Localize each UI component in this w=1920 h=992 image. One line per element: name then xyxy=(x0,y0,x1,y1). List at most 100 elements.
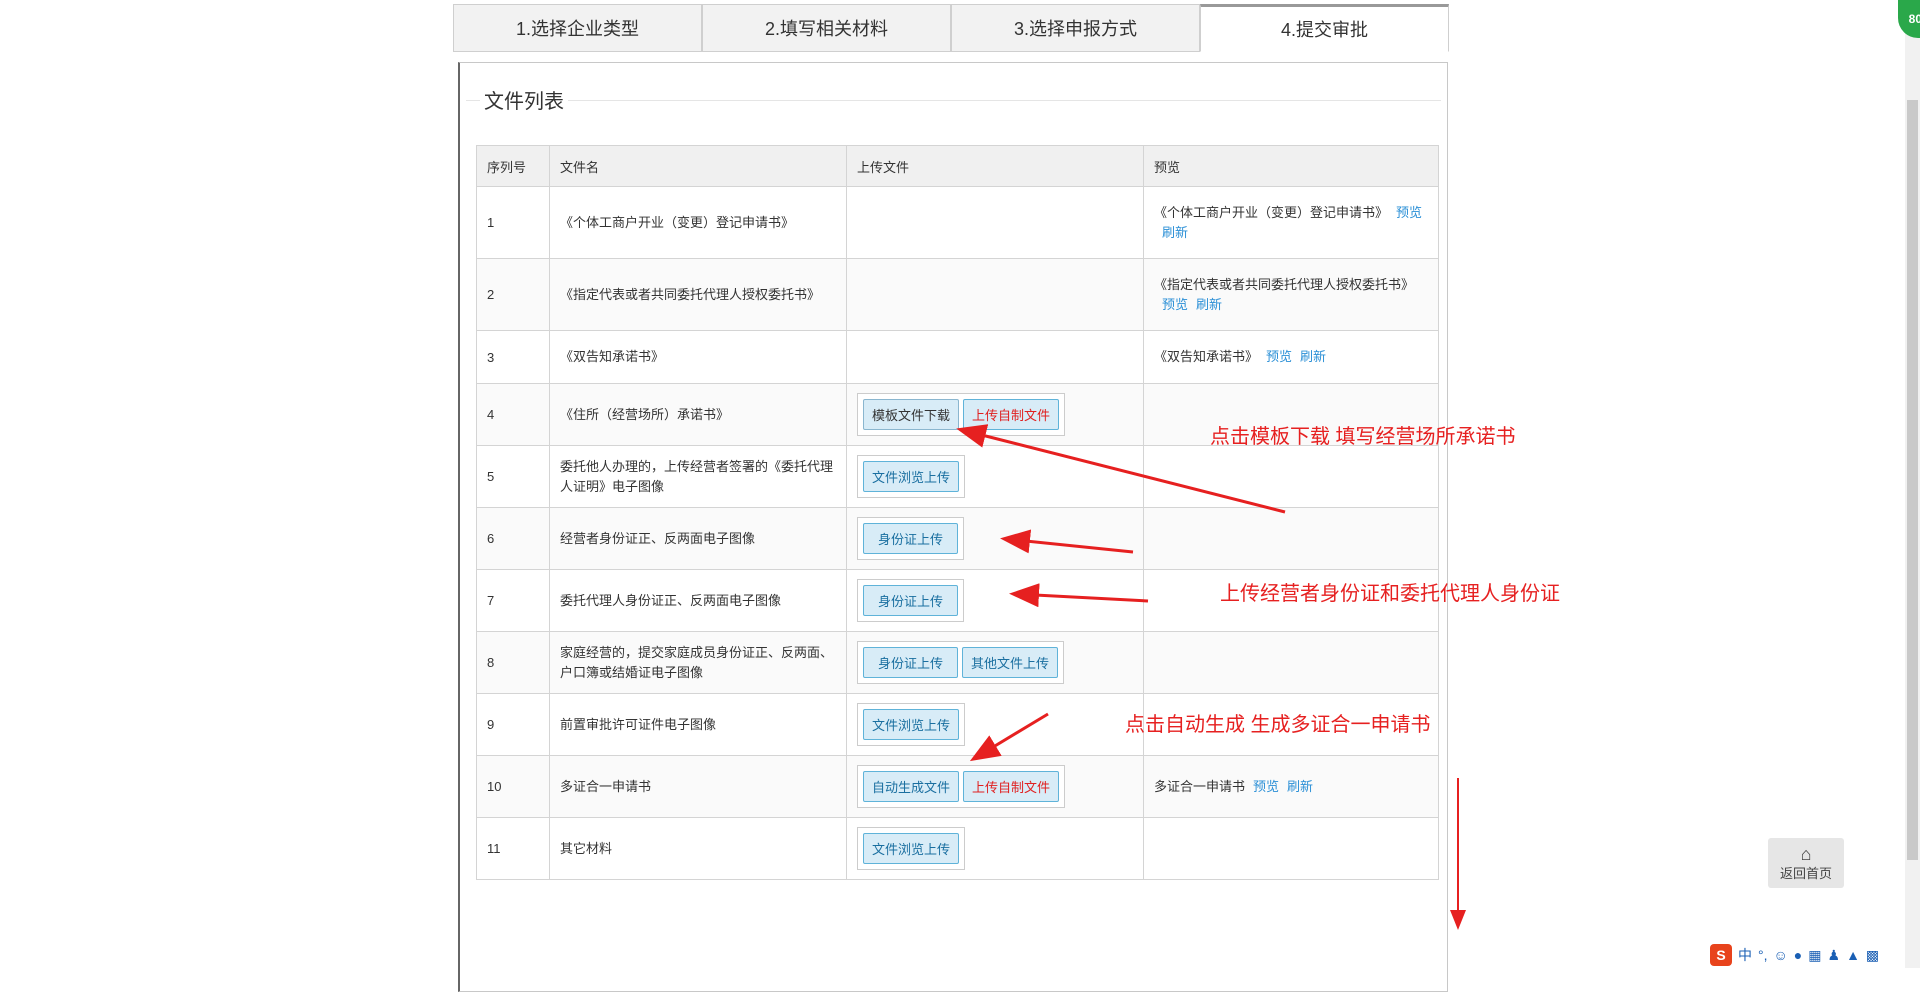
row-filename: 经营者身份证正、反两面电子图像 xyxy=(549,507,847,570)
row-index: 4 xyxy=(476,383,550,446)
preview-link[interactable]: 预览 xyxy=(1162,297,1188,312)
header-upload: 上传文件 xyxy=(846,145,1144,187)
tab-step-2[interactable]: 2.填写相关材料 xyxy=(702,4,951,52)
table-row: 2 《指定代表或者共同委托代理人授权委托书》 《指定代表或者共同委托代理人授权委… xyxy=(476,258,1439,331)
emoji-icon[interactable]: ☺ xyxy=(1774,947,1788,963)
row-filename: 其它材料 xyxy=(549,817,847,880)
step-tabs: 1.选择企业类型 2.填写相关材料 3.选择申报方式 4.提交审批 xyxy=(453,4,1451,54)
grid-icon[interactable]: ▩ xyxy=(1866,947,1879,964)
row-upload-cell: 文件浏览上传 xyxy=(846,817,1144,880)
header-preview: 预览 xyxy=(1143,145,1439,187)
upload-custom-file-button[interactable]: 上传自制文件 xyxy=(963,771,1060,802)
row-upload-cell: 文件浏览上传 xyxy=(846,693,1144,756)
tab-step-3[interactable]: 3.选择申报方式 xyxy=(951,4,1200,52)
button-group: 身份证上传 其他文件上传 xyxy=(857,641,1065,684)
button-group: 文件浏览上传 xyxy=(857,455,966,498)
row-index: 9 xyxy=(476,693,550,756)
other-file-upload-button[interactable]: 其他文件上传 xyxy=(962,647,1059,678)
button-group: 文件浏览上传 xyxy=(857,703,966,746)
annotation-auto-generate: 点击自动生成 生成多证合一申请书 xyxy=(1125,714,1431,736)
table-row: 11 其它材料 文件浏览上传 xyxy=(476,817,1439,880)
home-icon: ⌂ xyxy=(1800,843,1812,864)
row-filename: 前置审批许可证件电子图像 xyxy=(549,693,847,756)
file-browse-upload-button[interactable]: 文件浏览上传 xyxy=(863,709,960,740)
table-header-row: 序列号 文件名 上传文件 预览 xyxy=(476,145,1439,187)
tab-step-4[interactable]: 4.提交审批 xyxy=(1200,4,1449,52)
preview-text: 《个体工商户开业（变更）登记申请书》 xyxy=(1154,204,1389,220)
table-row: 5 委托他人办理的，上传经营者签署的《委托代理人证明》电子图像 文件浏览上传 xyxy=(476,445,1439,508)
tab-step-1[interactable]: 1.选择企业类型 xyxy=(453,4,702,52)
scrollbar-thumb[interactable] xyxy=(1907,100,1918,860)
row-upload-cell: 自动生成文件 上传自制文件 xyxy=(846,755,1144,818)
row-preview-cell: 《双告知承诺书》 预览 刷新 xyxy=(1143,330,1439,384)
row-upload-cell xyxy=(846,330,1144,384)
row-preview-cell: 《指定代表或者共同委托代理人授权委托书》预览 刷新 xyxy=(1143,258,1439,331)
annotation-template-download: 点击模板下载 填写经营场所承诺书 xyxy=(1210,426,1516,448)
skin-icon[interactable]: ▲ xyxy=(1846,947,1860,963)
status-badge: 80 xyxy=(1898,0,1920,38)
file-table: 序列号 文件名 上传文件 预览 1 《个体工商户开业（变更）登记申请书》 《个体… xyxy=(476,145,1439,880)
row-index: 5 xyxy=(476,445,550,508)
row-preview-cell xyxy=(1143,817,1439,880)
row-index: 2 xyxy=(476,258,550,331)
button-group: 身份证上传 xyxy=(857,579,965,622)
mic-icon[interactable]: ● xyxy=(1794,947,1802,963)
main-container: 1.选择企业类型 2.填写相关材料 3.选择申报方式 4.提交审批 文件列表 序… xyxy=(453,4,1451,992)
refresh-link[interactable]: 刷新 xyxy=(1300,349,1326,364)
preview-link[interactable]: 预览 xyxy=(1396,205,1422,220)
preview-link[interactable]: 预览 xyxy=(1253,779,1279,794)
row-index: 10 xyxy=(476,755,550,818)
row-filename: 《双告知承诺书》 xyxy=(549,330,847,384)
preview-text: 多证合一申请书 xyxy=(1154,778,1246,794)
row-preview-cell xyxy=(1143,445,1439,508)
row-index: 6 xyxy=(476,507,550,570)
row-index: 11 xyxy=(476,817,550,880)
upload-custom-file-button[interactable]: 上传自制文件 xyxy=(963,399,1060,430)
refresh-link[interactable]: 刷新 xyxy=(1287,779,1313,794)
row-filename: 《个体工商户开业（变更）登记申请书》 xyxy=(549,186,847,259)
row-upload-cell xyxy=(846,258,1144,331)
row-filename: 委托他人办理的，上传经营者签署的《委托代理人证明》电子图像 xyxy=(549,445,847,508)
file-browse-upload-button[interactable]: 文件浏览上传 xyxy=(863,833,960,864)
punctuation-icon[interactable]: °, xyxy=(1758,947,1768,963)
id-card-upload-button[interactable]: 身份证上传 xyxy=(863,523,959,554)
id-card-upload-button[interactable]: 身份证上传 xyxy=(863,647,959,678)
row-filename: 《指定代表或者共同委托代理人授权委托书》 xyxy=(549,258,847,331)
back-home-button[interactable]: ⌂ 返回首页 xyxy=(1768,838,1844,888)
preview-text: 《指定代表或者共同委托代理人授权委托书》 xyxy=(1154,276,1415,292)
refresh-link[interactable]: 刷新 xyxy=(1196,297,1222,312)
row-upload-cell: 模板文件下载 上传自制文件 xyxy=(846,383,1144,446)
row-preview-cell xyxy=(1143,631,1439,694)
row-filename: 《住所（经营场所）承诺书》 xyxy=(549,383,847,446)
preview-link[interactable]: 预览 xyxy=(1266,349,1292,364)
row-index: 8 xyxy=(476,631,550,694)
table-row: 6 经营者身份证正、反两面电子图像 身份证上传 xyxy=(476,507,1439,570)
ime-lang[interactable]: 中 xyxy=(1738,945,1752,965)
id-card-upload-button[interactable]: 身份证上传 xyxy=(863,585,959,616)
file-browse-upload-button[interactable]: 文件浏览上传 xyxy=(863,461,960,492)
row-index: 7 xyxy=(476,569,550,632)
annotation-id-upload: 上传经营者身份证和委托代理人身份证 xyxy=(1220,583,1560,605)
ime-toolbar[interactable]: S 中 °, ☺ ● ▦ ♟ ▲ ▩ xyxy=(1710,944,1879,966)
row-upload-cell: 身份证上传 xyxy=(846,507,1144,570)
auto-generate-button[interactable]: 自动生成文件 xyxy=(863,771,960,802)
row-upload-cell xyxy=(846,186,1144,259)
row-upload-cell: 文件浏览上传 xyxy=(846,445,1144,508)
row-filename: 家庭经营的，提交家庭成员身份证正、反两面、户口簿或结婚证电子图像 xyxy=(549,631,847,694)
row-preview-cell: 多证合一申请书 预览 刷新 xyxy=(1143,755,1439,818)
keyboard-icon[interactable]: ▦ xyxy=(1808,947,1821,964)
button-group: 自动生成文件 上传自制文件 xyxy=(857,765,1066,808)
header-filename: 文件名 xyxy=(549,145,847,187)
refresh-link[interactable]: 刷新 xyxy=(1162,225,1188,240)
row-filename: 多证合一申请书 xyxy=(549,755,847,818)
template-download-button[interactable]: 模板文件下载 xyxy=(863,399,960,430)
table-row: 3 《双告知承诺书》 《双告知承诺书》 预览 刷新 xyxy=(476,330,1439,384)
sogou-logo-icon: S xyxy=(1710,944,1732,966)
legend-divider xyxy=(466,100,1441,101)
file-list-panel: 文件列表 序列号 文件名 上传文件 预览 1 《个体工商户开业（变更）登记申请书… xyxy=(458,62,1448,992)
table-row: 1 《个体工商户开业（变更）登记申请书》 《个体工商户开业（变更）登记申请书》预… xyxy=(476,186,1439,259)
user-icon[interactable]: ♟ xyxy=(1828,947,1841,964)
back-home-label: 返回首页 xyxy=(1779,865,1832,881)
row-index: 3 xyxy=(476,330,550,384)
row-preview-cell xyxy=(1143,507,1439,570)
